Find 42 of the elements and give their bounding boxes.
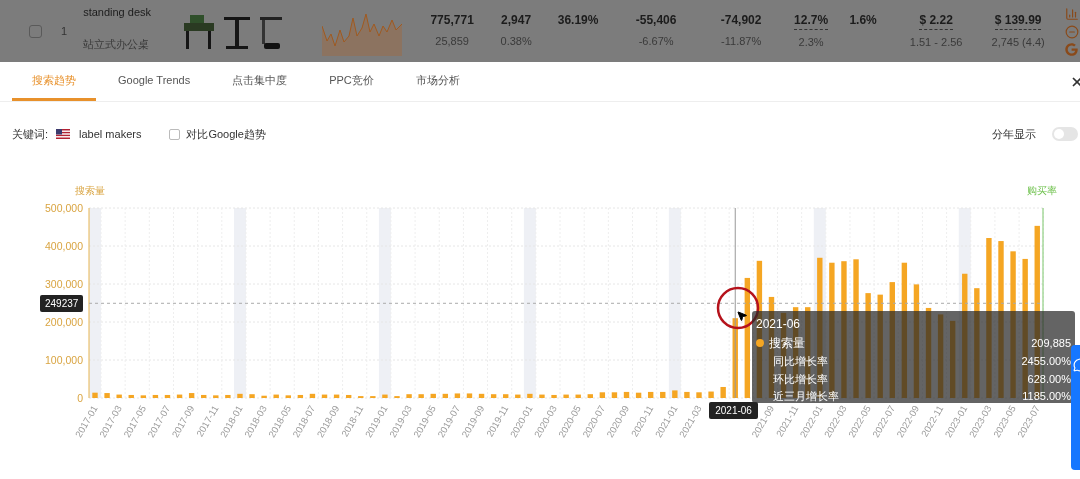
metric-value: 775,771 xyxy=(430,12,474,30)
metric-sub-value: 2.3% xyxy=(798,35,824,51)
left-axis-title: 搜索量 xyxy=(75,185,105,196)
y-tick-label: 300,000 xyxy=(45,278,83,290)
metric-value: 12.7% xyxy=(794,11,829,31)
metric-value: $ 2.22 xyxy=(919,11,953,31)
keyword-label: 关键词: xyxy=(12,127,49,142)
tooltip-title: 2021-06 xyxy=(756,316,802,333)
metric-sub-value: 0.38% xyxy=(500,34,532,50)
compare-label: 对比Google趋势 xyxy=(186,127,266,142)
metric-value: 2,947 xyxy=(501,12,532,30)
tooltip-label: 环比增长率 xyxy=(773,371,828,387)
pointer-date-label: 2021-06 xyxy=(709,402,758,419)
metric-sub-value: -11.87% xyxy=(721,34,762,50)
tooltip-label: 搜索量 xyxy=(769,335,805,352)
metric-value: 1.6% xyxy=(849,12,877,30)
y-tick-label: 200,000 xyxy=(45,316,83,328)
metric-sub-value: -6.67% xyxy=(638,34,674,50)
keyword-value: label makers xyxy=(79,127,142,142)
metric-value: 36.19% xyxy=(557,12,599,30)
metric-sub-value: 1.51 - 2.56 xyxy=(909,35,963,51)
yearly-label: 分年显示 xyxy=(992,127,1036,142)
metric-value: -74,902 xyxy=(720,12,762,30)
metric-value: $ 139.99 xyxy=(994,11,1042,31)
y-tick-label: 0 xyxy=(77,392,83,404)
row-index: 1 xyxy=(61,23,68,39)
tooltip-value: 209,885 xyxy=(1031,335,1071,351)
metric-sub-value: 25,859 xyxy=(435,34,469,50)
y-tick-label: 400,000 xyxy=(45,240,83,252)
tooltip-value: 628.00% xyxy=(1027,371,1071,387)
product-name-cn: 站立式办公桌 xyxy=(83,37,151,52)
right-axis-title: 购买率 xyxy=(1027,185,1057,196)
y-tick-label: 100,000 xyxy=(45,354,83,366)
metric-sub-value: 2,745 (4.4) xyxy=(991,35,1045,51)
tooltip-value: 1185.00% xyxy=(1022,389,1071,404)
product-name: standing desk xyxy=(83,4,152,20)
y-tick-label: 500,000 xyxy=(45,202,83,214)
metric-value: -55,406 xyxy=(635,12,677,30)
tooltip-label: 近三月增长率 xyxy=(773,389,839,404)
tooltip-label: 同比增长率 xyxy=(773,354,828,369)
crosshair-value-label: 249237 xyxy=(40,295,84,313)
tooltip-value: 2455.00% xyxy=(1021,354,1071,369)
